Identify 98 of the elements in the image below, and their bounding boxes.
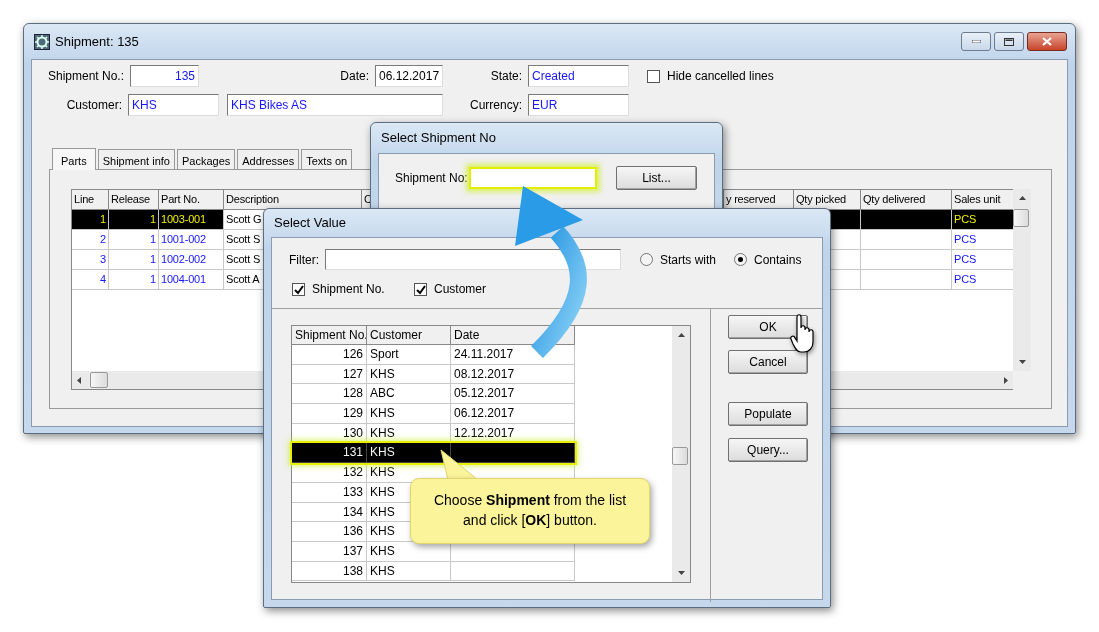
table-cell: 1 (109, 250, 159, 270)
column-header[interactable]: Qty delivered (861, 190, 952, 210)
tab[interactable]: Texts on (301, 149, 353, 169)
dialog-button[interactable]: Query... (728, 438, 808, 462)
maximize-button[interactable] (994, 32, 1024, 51)
dialog-button[interactable]: Populate (728, 402, 808, 426)
table-cell: Sport (367, 345, 451, 365)
table-cell: 24.11.2017 (451, 345, 575, 365)
table-cell: 131 (292, 443, 367, 464)
table-cell: 05.12.2017 (451, 384, 575, 405)
close-button[interactable] (1027, 32, 1067, 51)
table-cell: ABC (367, 384, 451, 405)
text-field[interactable] (469, 167, 597, 189)
dialog-button[interactable]: Cancel (728, 350, 808, 374)
tab[interactable]: Shipment info (97, 149, 175, 169)
selected-row[interactable]: 131 KHS (292, 443, 575, 464)
maximize-icon (1004, 37, 1014, 46)
table-cell: 127 (292, 364, 367, 385)
filter-field[interactable] (325, 249, 621, 270)
tab[interactable]: Packages (176, 149, 236, 169)
table-cell: 1 (72, 210, 109, 230)
vertical-scrollbar[interactable] (1013, 189, 1031, 371)
tab[interactable]: Parts (52, 148, 96, 170)
radio-label: Starts with (660, 251, 716, 269)
column-header[interactable]: Part No. (159, 190, 224, 210)
checkbox-label: Hide cancelled lines (667, 68, 774, 85)
window-title: Shipment: 135 (55, 32, 139, 51)
radio-label: Contains (754, 251, 802, 269)
table-cell: 1002-002 (159, 250, 224, 270)
close-icon (1042, 37, 1052, 46)
table-cell: KHS (367, 364, 451, 385)
minimize-button[interactable] (961, 32, 991, 51)
column-header[interactable]: Description (224, 190, 362, 210)
radio-button[interactable] (640, 253, 653, 266)
column-header[interactable]: Line (72, 190, 109, 210)
table-cell: 132 (292, 463, 367, 483)
table-cell: 1003-001 (159, 210, 224, 230)
field-label: Shipment No.: (46, 68, 124, 85)
scroll-down-icon[interactable] (1017, 359, 1027, 365)
field-label: State: (489, 68, 522, 85)
scrollbar-thumb[interactable] (672, 447, 688, 465)
field-label: Date: (339, 68, 369, 85)
field-label: Customer: (65, 97, 122, 114)
scrollbar-thumb[interactable] (90, 372, 108, 388)
tab[interactable]: Addresses (237, 149, 300, 169)
table-cell: 1 (109, 270, 159, 290)
checkbox[interactable] (414, 282, 427, 296)
dialog-title: Select Shipment No (381, 129, 496, 148)
table-cell: 128 (292, 384, 367, 405)
column-header[interactable]: Release (109, 190, 159, 210)
scroll-down-icon[interactable] (676, 570, 686, 576)
table-cell: 126 (292, 345, 367, 365)
table-cell: KHS (367, 561, 451, 582)
table-cell: KHS (367, 404, 451, 424)
text-field[interactable]: EUR (528, 94, 629, 116)
table-cell: 1001-002 (159, 230, 224, 250)
checkbox-label: Customer (434, 281, 486, 298)
table-cell: 136 (292, 522, 367, 542)
field-label: Currency: (469, 97, 522, 114)
field-label: Shipment No: (395, 170, 467, 187)
table-cell: 1004-001 (159, 270, 224, 290)
scrollbar-thumb[interactable] (1013, 209, 1029, 227)
field-label: Filter: (289, 251, 320, 269)
table-cell: 133 (292, 482, 367, 503)
scroll-left-icon[interactable] (76, 375, 82, 385)
table-cell: PCS (952, 210, 1014, 230)
scroll-right-icon[interactable] (1003, 375, 1009, 385)
text-field[interactable]: KHS (128, 94, 219, 116)
checkbox[interactable] (292, 282, 305, 296)
dialog-title: Select Value (274, 214, 347, 233)
table-cell: 3 (72, 250, 109, 270)
vertical-scrollbar[interactable] (672, 326, 690, 582)
text-field[interactable]: 135 (130, 65, 199, 87)
table-cell: 137 (292, 541, 367, 562)
table-cell: 134 (292, 502, 367, 523)
table-cell: 129 (292, 404, 367, 424)
table-cell: 08.12.2017 (451, 364, 575, 385)
minimize-icon (971, 40, 981, 43)
list-button[interactable]: List... (616, 166, 697, 190)
checkbox[interactable] (647, 69, 660, 83)
scroll-up-icon[interactable] (1017, 195, 1027, 201)
gear-icon (34, 33, 50, 50)
text-field[interactable]: KHS Bikes AS (227, 94, 443, 116)
column-header[interactable]: y reserved (724, 190, 794, 210)
text-field[interactable]: Created (528, 65, 629, 87)
text-field[interactable]: 06.12.2017 (375, 65, 443, 87)
column-header[interactable]: Sales unit (952, 190, 1014, 210)
table-cell: 4 (72, 270, 109, 290)
column-header[interactable]: Customer (367, 326, 451, 345)
column-header[interactable]: Shipment No. (292, 326, 367, 345)
table-cell: 138 (292, 561, 367, 582)
column-header[interactable]: Qty picked (794, 190, 861, 210)
table-cell: 06.12.2017 (451, 404, 575, 424)
table-cell: 1 (109, 230, 159, 250)
table-cell: 1 (109, 210, 159, 230)
scroll-up-icon[interactable] (676, 332, 686, 338)
radio-button[interactable] (734, 253, 747, 266)
table-cell: 2 (72, 230, 109, 250)
